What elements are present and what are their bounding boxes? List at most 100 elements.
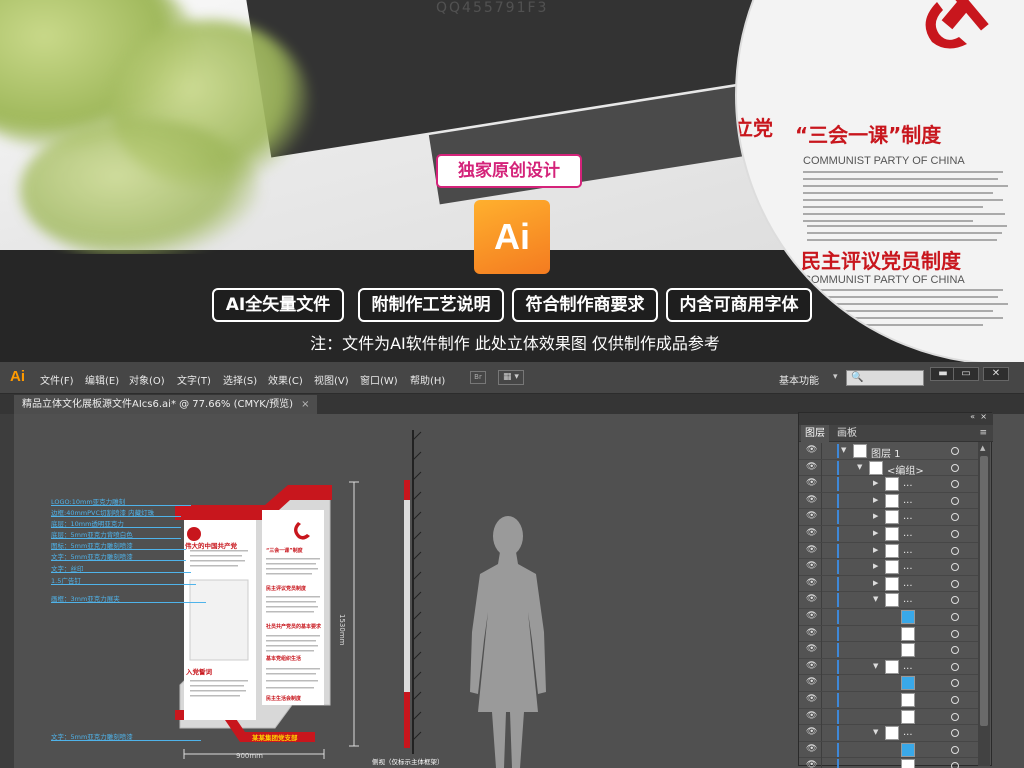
menu-effect[interactable]: 效果(C) — [268, 372, 303, 387]
lock-column[interactable] — [821, 575, 822, 592]
lock-column[interactable] — [821, 509, 822, 526]
menu-window[interactable]: 窗口(W) — [360, 372, 398, 387]
visibility-eye-icon[interactable]: 👁 — [806, 628, 817, 637]
layer-name[interactable]: ... — [903, 511, 913, 522]
expand-triangle-icon[interactable]: ▶ — [873, 529, 878, 537]
layer-row[interactable]: 👁 ▶... — [799, 526, 979, 543]
layer-row[interactable]: 👁 ▼... — [799, 658, 979, 676]
layer-row[interactable]: 👁 — [799, 708, 979, 726]
menu-edit[interactable]: 编辑(E) — [85, 372, 119, 387]
close-button[interactable]: ✕ — [983, 367, 1009, 381]
layer-name[interactable]: ... — [903, 594, 913, 605]
collapse-panel-icon[interactable]: « — [970, 412, 975, 421]
lock-column[interactable] — [821, 492, 822, 509]
visibility-eye-icon[interactable]: 👁 — [806, 529, 817, 538]
visibility-eye-icon[interactable]: 👁 — [806, 711, 817, 720]
layer-row[interactable]: 👁 — [799, 675, 979, 692]
layer-row[interactable]: 👁 ▶... — [799, 575, 979, 593]
lock-column[interactable] — [821, 526, 822, 542]
layer-row[interactable]: 👁 — [799, 625, 979, 643]
lock-column[interactable] — [821, 758, 822, 768]
layer-name[interactable]: ... — [903, 528, 913, 539]
target-circle-icon[interactable] — [951, 696, 959, 704]
visibility-eye-icon[interactable]: 👁 — [806, 645, 817, 654]
target-circle-icon[interactable] — [951, 762, 959, 768]
collapse-triangle-icon[interactable]: ▼ — [873, 595, 878, 603]
lock-column[interactable] — [821, 592, 822, 609]
visibility-eye-icon[interactable]: 👁 — [806, 446, 817, 455]
bridge-button[interactable]: Br — [470, 371, 486, 384]
scroll-up-icon[interactable]: ▲ — [980, 444, 985, 452]
visibility-eye-icon[interactable]: 👁 — [806, 512, 817, 521]
layer-row[interactable]: 👁 ▼ <编组> — [799, 459, 979, 477]
layer-row[interactable]: 👁 — [799, 741, 979, 759]
layer-row[interactable]: 👁 ▼... — [799, 592, 979, 609]
layer-name[interactable]: <编组> — [887, 462, 924, 477]
target-circle-icon[interactable] — [951, 629, 959, 638]
lock-column[interactable] — [821, 476, 822, 493]
visibility-eye-icon[interactable]: 👁 — [806, 761, 817, 768]
target-circle-icon[interactable] — [951, 563, 959, 572]
menu-view[interactable]: 视图(V) — [314, 372, 349, 387]
visibility-eye-icon[interactable]: 👁 — [806, 562, 817, 571]
target-circle-icon[interactable] — [951, 496, 959, 505]
expand-triangle-icon[interactable]: ▶ — [873, 546, 878, 554]
expand-triangle-icon[interactable]: ▶ — [873, 512, 878, 520]
layer-row[interactable]: 👁 ▶... — [799, 559, 979, 576]
layer-name[interactable]: 图层 1 — [871, 445, 901, 460]
target-circle-icon[interactable] — [951, 613, 959, 621]
layer-name[interactable]: ... — [903, 495, 913, 506]
layer-row[interactable]: 👁 — [799, 609, 979, 626]
lock-column[interactable] — [821, 741, 822, 758]
maximize-button[interactable]: ▭ — [953, 367, 979, 381]
tab-artboards[interactable]: 画板 — [833, 425, 861, 442]
layer-name[interactable]: ... — [903, 661, 913, 672]
layer-name[interactable]: ... — [903, 727, 913, 738]
visibility-eye-icon[interactable]: 👁 — [806, 661, 817, 670]
menu-help[interactable]: 帮助(H) — [410, 372, 445, 387]
layer-row[interactable]: 👁 ▶... — [799, 492, 979, 510]
target-circle-icon[interactable] — [951, 729, 959, 738]
layer-name[interactable]: ... — [903, 578, 913, 589]
target-circle-icon[interactable] — [951, 646, 959, 655]
layer-row[interactable]: 👁 ▼... — [799, 725, 979, 742]
layer-row[interactable]: 👁 — [799, 758, 979, 768]
collapse-triangle-icon[interactable]: ▼ — [873, 728, 878, 736]
expand-triangle-icon[interactable]: ▶ — [873, 479, 878, 487]
target-circle-icon[interactable] — [951, 513, 959, 522]
arrange-documents-button[interactable]: ▦ ▾ — [498, 370, 524, 385]
lock-column[interactable] — [821, 708, 822, 725]
visibility-eye-icon[interactable]: 👁 — [806, 612, 817, 621]
visibility-eye-icon[interactable]: 👁 — [806, 479, 817, 488]
target-circle-icon[interactable] — [951, 480, 959, 489]
visibility-eye-icon[interactable]: 👁 — [806, 695, 817, 704]
layer-row[interactable]: 👁 — [799, 692, 979, 709]
lock-column[interactable] — [821, 609, 822, 625]
visibility-eye-icon[interactable]: 👁 — [806, 545, 817, 554]
target-circle-icon[interactable] — [951, 530, 959, 538]
lock-column[interactable] — [821, 658, 822, 675]
expand-triangle-icon[interactable]: ▶ — [873, 579, 878, 587]
layer-row[interactable]: 👁 ▶... — [799, 509, 979, 526]
collapse-triangle-icon[interactable]: ▼ — [857, 463, 862, 471]
layer-name[interactable]: ... — [903, 545, 913, 556]
document-tab[interactable]: 精品立体文化展板源文件AIcs6.ai* @ 77.66% (CMYK/预览) × — [14, 395, 318, 414]
close-panel-icon[interactable]: × — [980, 412, 987, 421]
layer-name[interactable]: ... — [903, 478, 913, 489]
target-circle-icon[interactable] — [951, 447, 959, 455]
visibility-eye-icon[interactable]: 👁 — [806, 578, 817, 587]
lock-column[interactable] — [821, 725, 822, 742]
lock-column[interactable] — [821, 443, 822, 459]
target-circle-icon[interactable] — [951, 745, 959, 754]
layer-row[interactable]: 👁 ▶... — [799, 542, 979, 560]
collapse-triangle-icon[interactable]: ▼ — [873, 662, 878, 670]
tab-layers[interactable]: 图层 — [801, 425, 829, 442]
target-circle-icon[interactable] — [951, 579, 959, 588]
panel-menu-icon[interactable]: ≡ — [979, 428, 987, 438]
lock-column[interactable] — [821, 559, 822, 576]
menu-select[interactable]: 选择(S) — [223, 372, 257, 387]
chevron-down-icon[interactable]: ▾ — [833, 372, 838, 382]
visibility-eye-icon[interactable]: 👁 — [806, 744, 817, 753]
layer-row[interactable]: 👁 ▶... — [799, 476, 979, 493]
target-circle-icon[interactable] — [951, 712, 959, 721]
